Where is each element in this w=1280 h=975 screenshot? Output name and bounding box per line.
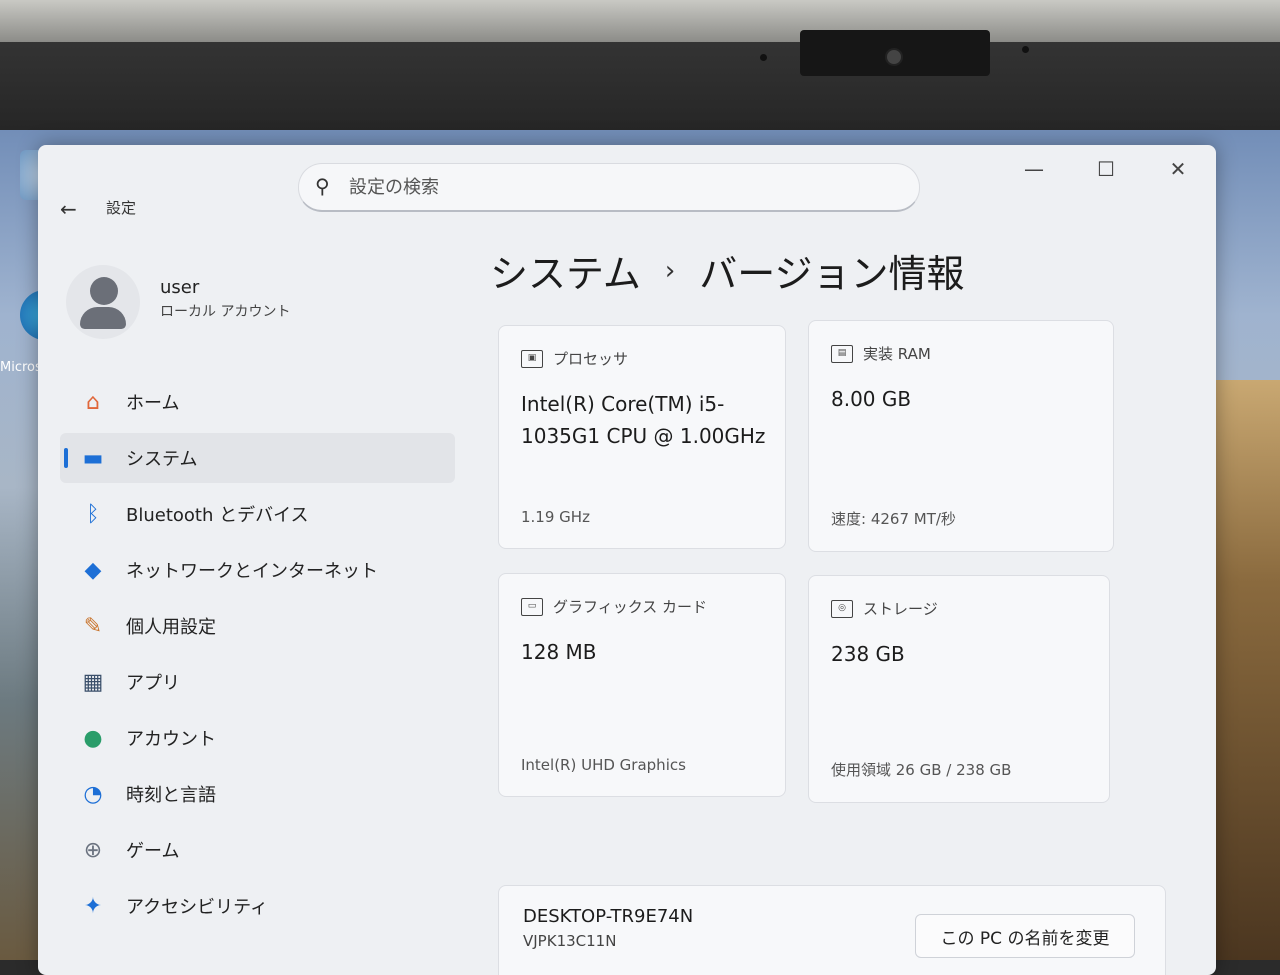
back-icon[interactable]: ←	[60, 197, 77, 221]
ram-icon: ▤	[831, 344, 853, 363]
device-model: VJPK13C11N	[523, 932, 617, 950]
window-title: 設定	[106, 199, 137, 217]
graphics-name: Intel(R) UHD Graphics	[521, 756, 686, 774]
ram-value: 8.00 GB	[831, 387, 912, 411]
account-icon: ●	[83, 725, 103, 751]
breadcrumb-parent[interactable]: システム	[490, 243, 641, 298]
sidebar-item-bluetooth[interactable]: ᛒ Bluetooth とデバイス	[60, 489, 455, 539]
sidebar-item-label: ネットワークとインターネット	[126, 561, 378, 582]
breadcrumb: システム › バージョン情報	[490, 243, 965, 298]
sidebar-item-account[interactable]: ● アカウント	[60, 713, 455, 763]
processor-label: プロセッサ	[553, 350, 629, 368]
bezel-edge	[0, 0, 1280, 42]
storage-value: 238 GB	[831, 642, 905, 666]
camera-indicator-right	[1022, 46, 1029, 53]
home-icon: ⌂	[86, 389, 100, 415]
bluetooth-icon: ᛒ	[86, 501, 100, 527]
sidebar-nav: ⌂ ホーム ▬ システム ᛒ Bluetooth とデバイス ◆ ネットワークとインターネット…	[60, 377, 455, 937]
brush-icon: ✎	[83, 613, 103, 639]
sidebar-item-label: アプリ	[126, 673, 180, 694]
sidebar-item-home[interactable]: ⌂ ホーム	[60, 377, 455, 427]
processor-value: Intel(R) Core(TM) i5-1035G1 CPU @ 1.00GH…	[521, 392, 766, 448]
display-icon: ▭	[521, 597, 543, 616]
graphics-card: ▭ グラフィックス カード 128 MB Intel(R) UHD Graphic…	[498, 573, 786, 797]
wallpaper-building	[1214, 380, 1280, 960]
accessibility-icon: ✦	[83, 893, 103, 919]
active-indicator	[64, 448, 68, 468]
ram-label: 実装 RAM	[863, 345, 931, 363]
clock-globe-icon: ◔	[83, 781, 103, 807]
system-icon: ▬	[82, 445, 104, 471]
sidebar-item-label: アクセシビリティ	[126, 897, 269, 918]
search-box[interactable]: ⚲	[298, 163, 920, 212]
avatar[interactable]	[66, 265, 140, 339]
sidebar-item-label: システム	[126, 449, 198, 470]
settings-window: ← 設定 ⚲ — ☐ ✕ user ローカル アカウント ⌂ ホーム ▬ システム ᛒ B…	[38, 145, 1216, 975]
sidebar-item-label: 個人用設定	[126, 617, 216, 638]
close-button[interactable]: ✕	[1158, 157, 1198, 181]
sidebar-item-system[interactable]: ▬ システム	[60, 433, 455, 483]
ram-speed: 速度: 4267 MT/秒	[831, 510, 956, 528]
maximize-button[interactable]: ☐	[1086, 157, 1126, 181]
desktop-icon-label: Micros	[0, 360, 42, 375]
sidebar-item-label: ホーム	[126, 393, 180, 414]
sidebar-item-brush[interactable]: ✎ 個人用設定	[60, 601, 455, 651]
sidebar-item-clock-globe[interactable]: ◔ 時刻と言語	[60, 769, 455, 819]
sidebar-item-accessibility[interactable]: ✦ アクセシビリティ	[60, 881, 455, 931]
minimize-button[interactable]: —	[1014, 157, 1054, 181]
storage-label: ストレージ	[863, 600, 938, 618]
rename-pc-button[interactable]: この PC の名前を変更	[915, 914, 1135, 958]
graphics-value: 128 MB	[521, 640, 597, 664]
graphics-label: グラフィックス カード	[553, 598, 708, 616]
search-icon: ⚲	[315, 174, 330, 198]
device-name-card: DESKTOP-TR9E74N VJPK13C11N この PC の名前を変更	[498, 885, 1166, 975]
apps-icon: ▦	[82, 669, 104, 695]
user-name: user	[160, 277, 200, 298]
ram-card: ▤ 実装 RAM 8.00 GB 速度: 4267 MT/秒	[808, 320, 1114, 552]
storage-usage: 使用領域 26 GB / 238 GB	[831, 761, 1012, 779]
sidebar-item-label: ゲーム	[126, 841, 180, 862]
processor-speed: 1.19 GHz	[521, 508, 590, 526]
sidebar-item-label: 時刻と言語	[126, 785, 216, 806]
storage-card: ◎ ストレージ 238 GB 使用領域 26 GB / 238 GB	[808, 575, 1110, 803]
breadcrumb-separator-icon: ›	[664, 255, 676, 286]
cpu-icon: ▣	[521, 349, 543, 368]
sidebar-item-apps[interactable]: ▦ アプリ	[60, 657, 455, 707]
gamepad-icon: ⊕	[83, 837, 103, 863]
sidebar-item-wifi[interactable]: ◆ ネットワークとインターネット	[60, 545, 455, 595]
account-type: ローカル アカウント	[160, 304, 291, 320]
processor-card: ▣ プロセッサ Intel(R) Core(TM) i5-1035G1 CPU @…	[498, 325, 786, 549]
sidebar-item-label: Bluetooth とデバイス	[126, 505, 309, 526]
storage-icon: ◎	[831, 599, 853, 618]
camera-lens	[885, 48, 903, 66]
search-input[interactable]	[347, 172, 891, 202]
avatar-body-icon	[80, 307, 126, 329]
device-name: DESKTOP-TR9E74N	[523, 906, 694, 927]
avatar-head-icon	[90, 277, 118, 305]
camera-indicator-left	[760, 54, 767, 61]
sidebar-item-label: アカウント	[126, 729, 216, 750]
wifi-icon: ◆	[84, 557, 102, 583]
sidebar-item-gamepad[interactable]: ⊕ ゲーム	[60, 825, 455, 875]
page-title: バージョン情報	[699, 252, 965, 296]
